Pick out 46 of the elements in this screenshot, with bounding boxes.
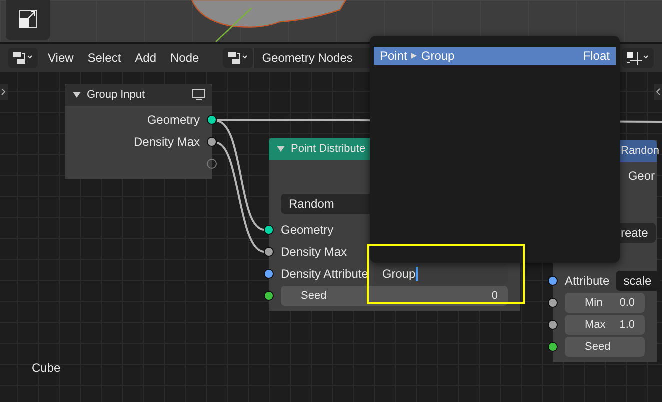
chevron-left-icon (655, 88, 661, 96)
socket-label: Geor (628, 169, 655, 183)
node-header[interactable]: Group Input (65, 84, 212, 106)
empty-socket[interactable] (207, 159, 217, 169)
socket-dot[interactable] (548, 298, 558, 308)
node-tree-icon (227, 51, 250, 65)
text-cursor (416, 267, 418, 281)
chevron-right-icon (1, 88, 7, 96)
number-field[interactable]: Min 0.0 (565, 293, 645, 313)
object-name: Cube (32, 361, 61, 375)
socket-dot[interactable] (264, 269, 274, 279)
node-editor-icon (12, 51, 34, 65)
number-field[interactable]: Seed (565, 337, 645, 357)
snap-button[interactable] (622, 48, 654, 68)
socket-dot[interactable] (548, 320, 558, 330)
search-result[interactable]: Point Group Float (374, 47, 616, 65)
socket-dot[interactable] (264, 247, 274, 257)
monitor-icon[interactable] (192, 89, 206, 101)
text-field[interactable]: Group (374, 264, 508, 284)
socket-label: Geometry (147, 113, 200, 127)
triangle-right-icon (411, 53, 418, 59)
number-field[interactable]: Seed 0 (281, 286, 508, 306)
socket-dot[interactable] (207, 115, 217, 125)
menu-item[interactable]: View (44, 51, 78, 65)
socket-dot[interactable] (548, 276, 558, 286)
collapse-triangle-icon[interactable] (73, 92, 81, 98)
number-field[interactable]: Max 1.0 (565, 315, 645, 335)
socket-label: Attribute (565, 274, 610, 288)
socket-label: Density Max (134, 135, 200, 149)
socket-dot[interactable] (264, 225, 274, 235)
scale-tool-icon[interactable] (19, 10, 37, 28)
socket-label: Density Attribute (281, 267, 368, 281)
editor-type-button[interactable] (8, 48, 38, 68)
node-tree-type-button[interactable] (223, 48, 254, 68)
snap-grid-icon (626, 51, 650, 65)
menu-item[interactable]: Node (166, 51, 204, 65)
socket-dot[interactable] (207, 137, 217, 147)
socket-label: Geometry (281, 223, 334, 237)
node-title: Group Input (87, 89, 146, 101)
socket-dot[interactable] (264, 291, 274, 301)
node-title: Point Distribute (291, 143, 367, 155)
socket-dot[interactable] (548, 342, 558, 352)
text-field[interactable]: scale (616, 271, 660, 291)
socket-label: Density Max (281, 245, 348, 259)
menu-item[interactable]: Add (131, 51, 161, 65)
menu-item[interactable]: Select (84, 51, 126, 65)
